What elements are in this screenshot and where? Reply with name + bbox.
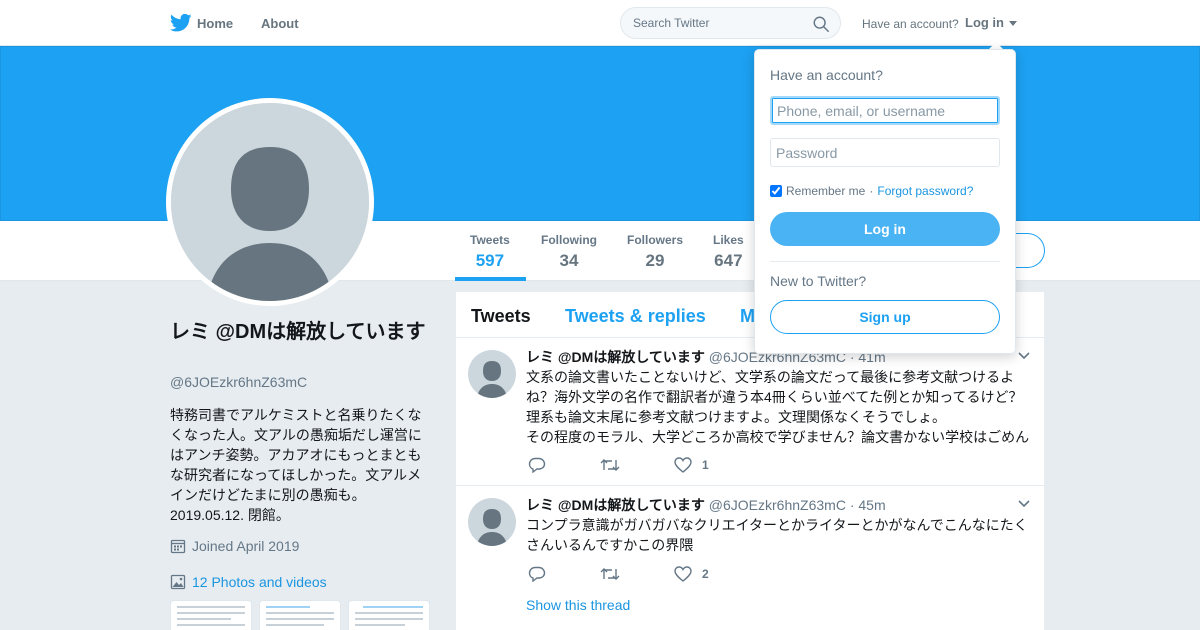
reply-icon	[528, 457, 546, 473]
tab-media[interactable]: M	[740, 306, 755, 327]
retweet-icon	[600, 459, 620, 471]
tweet-header: レミ @DMは解放しています @6JOEzkr6hnZ63mC · 45m	[526, 495, 886, 515]
signup-button[interactable]: Sign up	[770, 300, 1000, 334]
media-thumbnail[interactable]	[348, 600, 430, 630]
login-menu-label: Log in	[965, 15, 1004, 30]
media-thumbnail[interactable]	[170, 600, 252, 630]
stat-tweets[interactable]: Tweets 597	[470, 233, 510, 271]
remember-me-row: Remember me · Forgot password?	[770, 184, 973, 198]
remember-me-checkbox[interactable]	[770, 185, 782, 197]
nav-about-link[interactable]: About	[261, 16, 299, 31]
like-button[interactable]: 1	[674, 457, 709, 473]
active-stat-underline	[455, 277, 526, 281]
media-thumbnails	[170, 600, 430, 630]
username-field[interactable]	[770, 96, 1000, 125]
retweet-button[interactable]	[600, 567, 630, 581]
stat-value: 29	[645, 251, 665, 270]
tweet-actions: 2	[528, 566, 753, 582]
login-dropdown: Have an account? Remember me · Forgot pa…	[754, 49, 1016, 354]
dropdown-title: Have an account?	[770, 67, 883, 83]
like-button[interactable]: 2	[674, 566, 709, 582]
reply-button[interactable]	[528, 457, 556, 473]
media-thumbnail[interactable]	[259, 600, 341, 630]
login-button[interactable]: Log in	[770, 212, 1000, 246]
caret-down-icon	[1008, 20, 1017, 26]
profile-avatar[interactable]	[166, 98, 374, 306]
like-count: 2	[702, 567, 709, 581]
stat-label: Tweets	[470, 233, 510, 247]
tweet-item[interactable]: レミ @DMは解放しています @6JOEzkr6hnZ63mC · 45m コン…	[456, 486, 1044, 630]
profile-bio: 特務司書でアルケミストと名乗りたくなくなった人。文アルの愚痴垢だし運営にはアンチ…	[170, 407, 422, 523]
default-avatar-icon	[477, 361, 507, 398]
tweet-item[interactable]: レミ @DMは解放しています @6JOEzkr6hnZ63mC · 41m 文系…	[456, 338, 1044, 486]
stat-likes[interactable]: Likes 647	[713, 233, 744, 271]
tweet-avatar[interactable]	[468, 350, 516, 398]
tab-tweets[interactable]: Tweets	[471, 306, 531, 327]
default-avatar-icon	[477, 509, 507, 546]
tweet-text: 文系の論文書いたことないけど、文学系の論文だって最後に参考文献つけるよね？海外文…	[526, 369, 1030, 445]
divider	[770, 261, 1000, 262]
stat-following[interactable]: Following 34	[541, 233, 597, 271]
tweet-author-name[interactable]: レミ @DMは解放しています	[526, 349, 705, 365]
profile-name: レミ @DMは解放しています	[170, 321, 426, 343]
photos-videos-link[interactable]: 12 Photos and videos	[170, 574, 327, 590]
new-to-twitter-label: New to Twitter?	[770, 273, 867, 289]
stat-value: 597	[475, 251, 505, 270]
chevron-down-icon[interactable]	[1018, 500, 1030, 508]
show-thread-link[interactable]: Show this thread	[526, 597, 630, 613]
forgot-password-link[interactable]: Forgot password?	[877, 184, 973, 198]
tweet-text: コンプラ意識がガバガバなクリエイターとかライターとかがなんでこんなにたくさんいる…	[526, 517, 1028, 553]
twitter-bird-icon[interactable]	[170, 13, 192, 33]
tab-tweets-and-replies[interactable]: Tweets & replies	[565, 306, 706, 327]
like-count: 1	[702, 458, 709, 472]
tweet-author-name[interactable]: レミ @DMは解放しています	[526, 497, 705, 513]
reply-button[interactable]	[528, 566, 556, 582]
heart-icon	[674, 566, 692, 582]
heart-icon	[674, 457, 692, 473]
search-box[interactable]	[620, 7, 841, 39]
retweet-button[interactable]	[600, 458, 630, 472]
login-menu-toggle[interactable]: Log in	[965, 15, 1017, 30]
stat-followers[interactable]: Followers 29	[627, 233, 683, 271]
separator-dot: ·	[869, 184, 874, 198]
default-avatar-icon	[171, 103, 369, 301]
image-icon	[170, 574, 186, 590]
search-input[interactable]	[633, 16, 803, 30]
have-account-label: Have an account?	[862, 17, 959, 31]
search-icon[interactable]	[812, 15, 830, 33]
photos-videos-label: 12 Photos and videos	[192, 574, 327, 590]
stat-label: Followers	[627, 233, 684, 247]
chevron-down-icon[interactable]	[1018, 352, 1030, 360]
stat-label: Following	[541, 233, 597, 247]
joined-text: Joined April 2019	[192, 538, 300, 554]
profile-handle[interactable]: @6JOEzkr6hnZ63mC	[170, 374, 307, 390]
top-navigation-bar: Home About Have an account? Log in	[0, 0, 1200, 46]
retweet-icon	[600, 568, 620, 580]
joined-date: Joined April 2019	[170, 538, 299, 554]
password-field[interactable]	[770, 138, 1000, 167]
stat-label: Likes	[713, 233, 744, 247]
stat-value: 34	[559, 251, 579, 270]
tweet-handle-time[interactable]: @6JOEzkr6hnZ63mC · 45m	[709, 497, 886, 513]
tweet-actions: 1	[528, 457, 753, 473]
remember-me-label[interactable]: Remember me	[786, 184, 865, 198]
tweet-avatar[interactable]	[468, 498, 516, 546]
calendar-icon	[170, 539, 186, 554]
reply-icon	[528, 566, 546, 582]
nav-home-link[interactable]: Home	[197, 16, 233, 31]
stat-value: 647	[714, 251, 743, 270]
